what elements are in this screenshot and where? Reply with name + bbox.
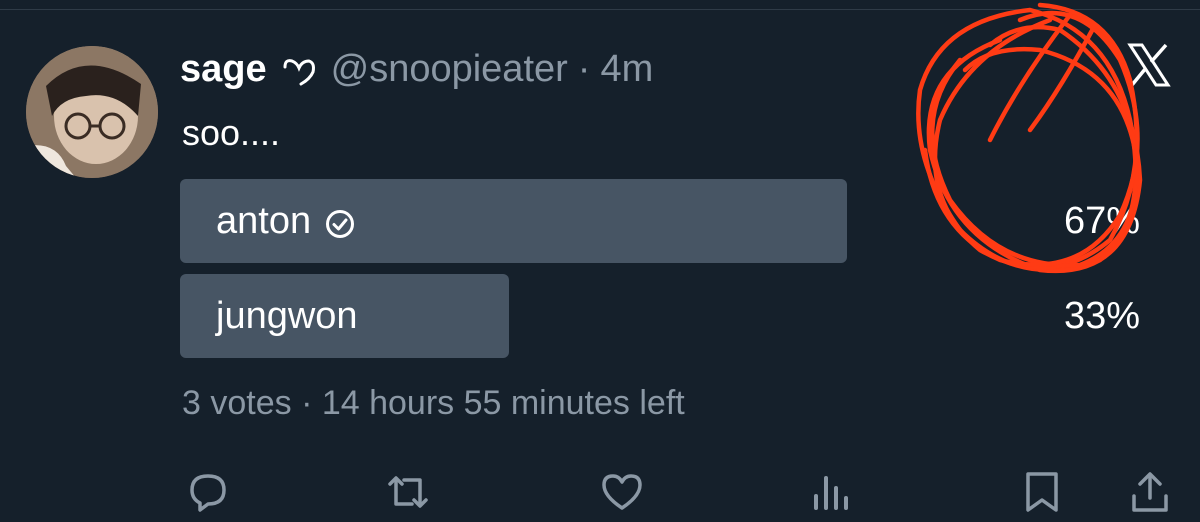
poll-option-jungwon: jungwon 33% [180,274,1140,358]
poll-option-anton: anton 67% [180,179,1140,263]
like-icon[interactable] [600,470,644,514]
poll-option-percent: 67% [1063,199,1140,242]
timestamp[interactable]: 4m [600,48,653,91]
tweet-text: soo.... [182,112,281,153]
poll-meta: 3 votes · 14 hours 55 minutes left [182,384,685,422]
bookmark-icon[interactable] [1020,470,1064,514]
user-handle[interactable]: @snoopieater [331,48,568,91]
top-divider [0,0,1200,10]
check-circle-icon [325,206,355,238]
retweet-icon[interactable] [386,470,430,514]
separator-dot: · [577,47,591,90]
x-logo-icon[interactable] [1126,42,1172,88]
poll-option-percent: 33% [1063,294,1140,337]
poll-option-label: anton [216,199,312,242]
views-icon[interactable] [810,470,854,514]
avatar[interactable] [26,46,158,178]
share-icon[interactable] [1128,470,1172,514]
avatar-photo [26,46,158,178]
display-name[interactable]: sage [180,48,267,91]
heart-outline-icon [281,54,317,86]
tweet-header: sage @snoopieater · 4m [180,46,653,92]
poll-option-label: jungwon [216,294,358,337]
reply-icon[interactable] [186,470,230,514]
